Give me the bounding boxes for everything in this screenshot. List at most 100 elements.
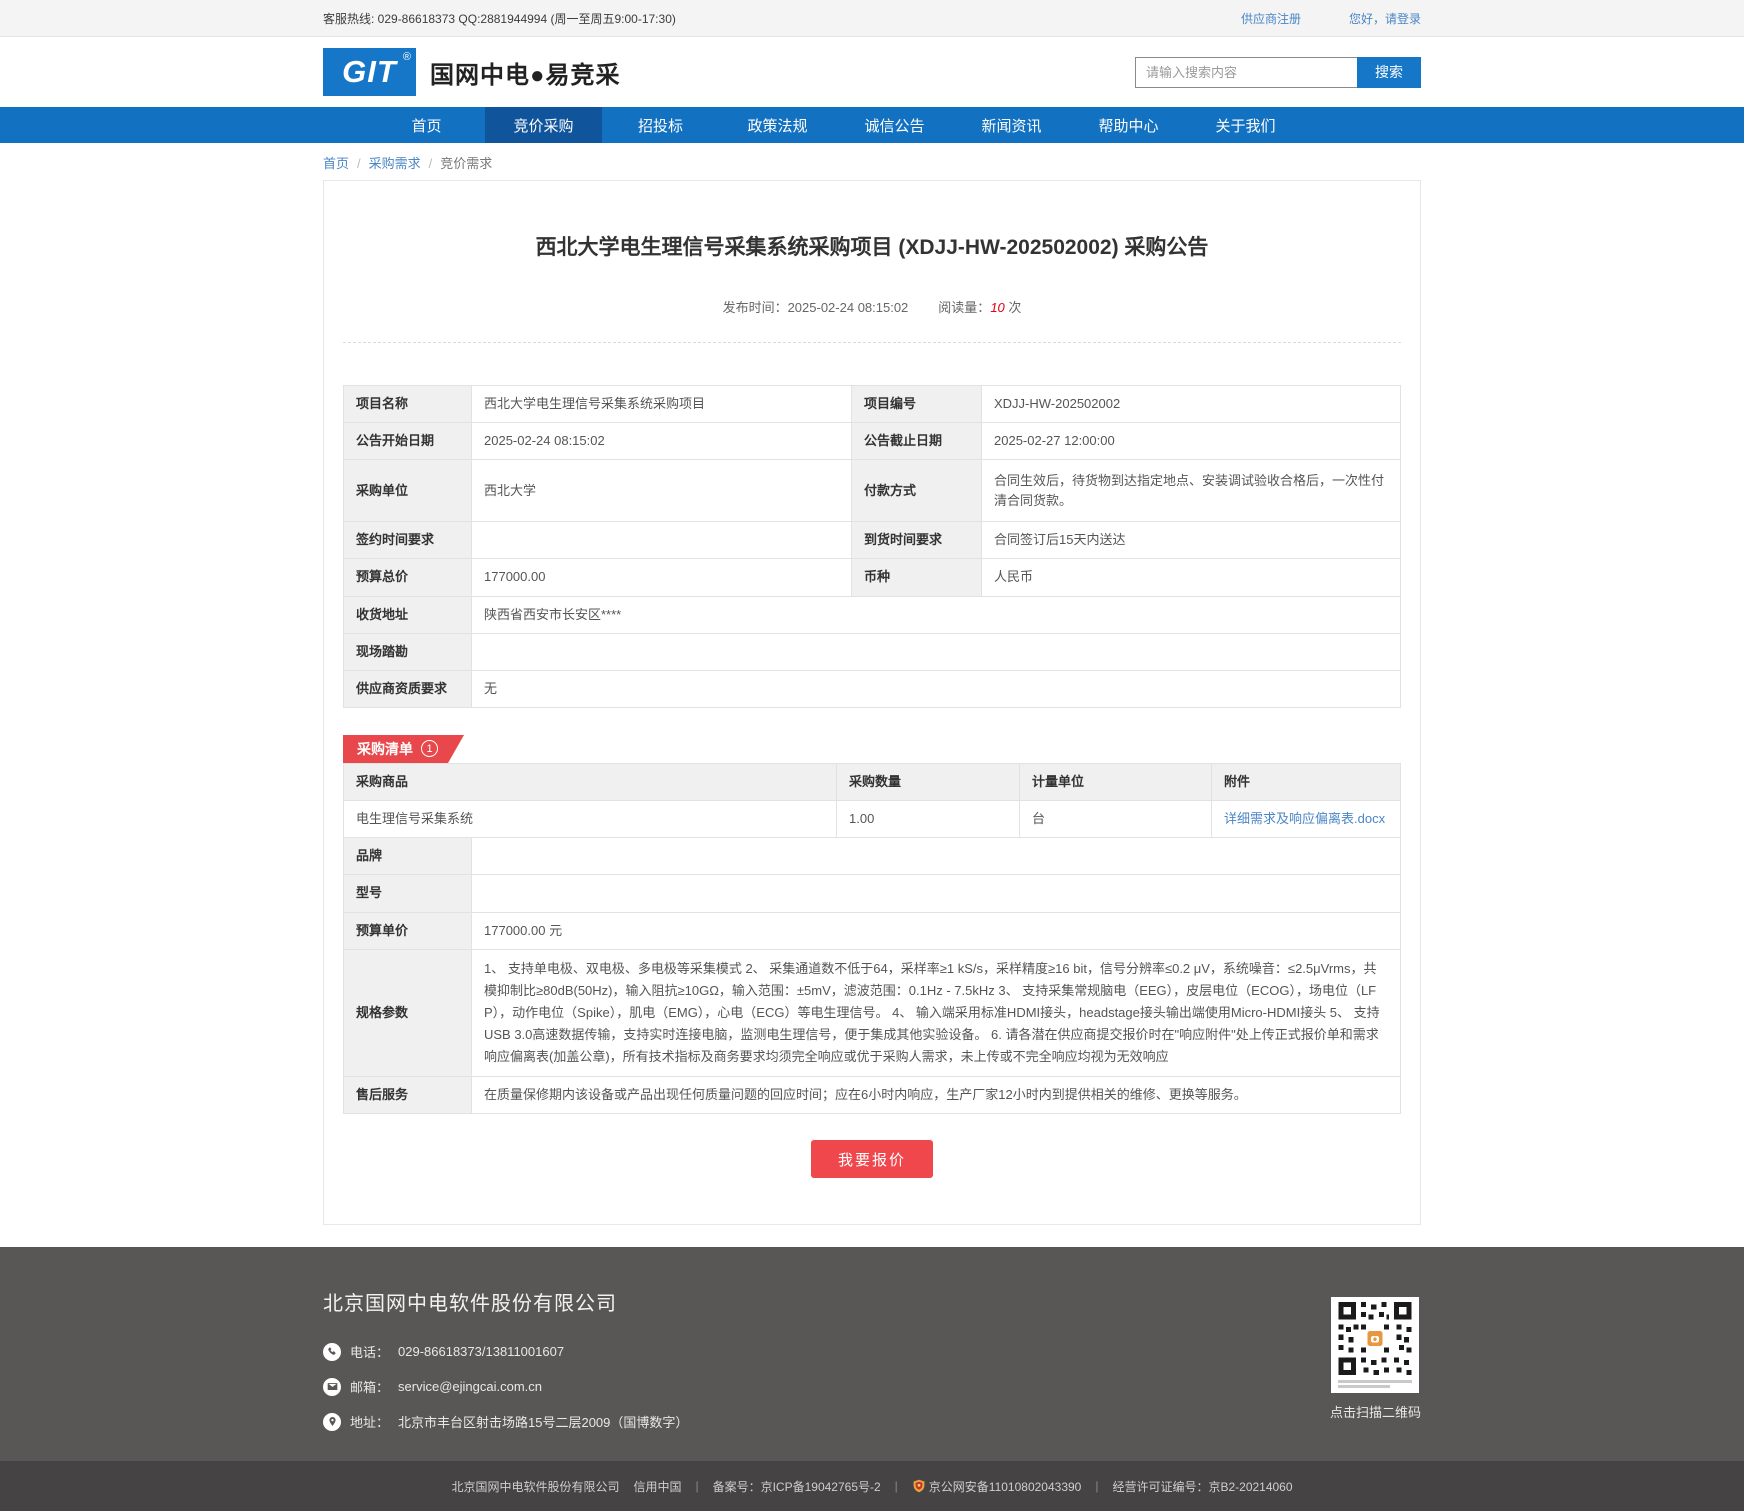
divider: | xyxy=(895,1479,898,1493)
field-label: 签约时间要求 xyxy=(344,522,472,559)
breadcrumb-separator: / xyxy=(357,156,361,171)
field-value: 西北大学 xyxy=(472,460,852,522)
qr-code[interactable] xyxy=(1331,1297,1419,1393)
nav-item-news[interactable]: 新闻资讯 xyxy=(953,107,1070,143)
column-header: 采购商品 xyxy=(344,763,837,800)
field-value: 2025-02-24 08:15:02 xyxy=(472,423,852,460)
police-record-link[interactable]: 京公网安备11010802043390 xyxy=(912,1478,1082,1495)
topbar: 客服热线: 029-86618373 QQ:2881944994 (周一至周五9… xyxy=(0,0,1744,37)
publish-info: 发布时间：2025-02-24 08:15:02阅读量：10 次 xyxy=(343,297,1401,343)
product-qty: 1.00 xyxy=(837,801,1020,838)
hotline-text: 客服热线: 029-86618373 QQ:2881944994 (周一至周五9… xyxy=(323,10,676,27)
qr-fineprint xyxy=(1338,1378,1412,1388)
nav-item-bidding-purchase[interactable]: 竞价采购 xyxy=(485,107,602,143)
field-label: 项目名称 xyxy=(344,386,472,423)
table-row: 签约时间要求 到货时间要求 合同签订后15天内送达 xyxy=(344,522,1401,559)
after-sales-value: 在质量保修期内该设备或产品出现任何质量问题的回应时间；应在6小时内响应，生产厂家… xyxy=(472,1077,1401,1114)
table-row: 型号 xyxy=(344,875,1401,912)
footer-address-label: 地址： xyxy=(350,1412,389,1431)
search-button[interactable]: 搜索 xyxy=(1357,57,1421,88)
field-value: 西北大学电生理信号采集系统采购项目 xyxy=(472,386,852,423)
field-label: 收货地址 xyxy=(344,596,472,633)
table-row: 现场踏勘 xyxy=(344,633,1401,670)
nav-item-policy[interactable]: 政策法规 xyxy=(719,107,836,143)
purchase-list-tag-label: 采购清单 xyxy=(357,739,413,759)
breadcrumb-current: 竞价需求 xyxy=(440,156,492,171)
icp-record-link[interactable]: 备案号：京ICP备19042765号-2 xyxy=(713,1478,881,1495)
footer-phone-label: 电话： xyxy=(350,1342,389,1361)
table-row: 预算总价 177000.00 币种 人民币 xyxy=(344,559,1401,596)
table-row: 项目名称 西北大学电生理信号采集系统采购项目 项目编号 XDJJ-HW-2025… xyxy=(344,386,1401,423)
footer-company-name: 北京国网中电软件股份有限公司 xyxy=(323,1287,688,1316)
field-value xyxy=(472,522,852,559)
announcement-panel: 西北大学电生理信号采集系统采购项目 (XDJJ-HW-202502002) 采购… xyxy=(323,180,1421,1225)
field-label: 公告开始日期 xyxy=(344,423,472,460)
views-label: 阅读量： xyxy=(938,300,990,315)
publish-time-label: 发布时间： xyxy=(723,300,788,315)
column-header: 采购数量 xyxy=(837,763,1020,800)
field-label: 售后服务 xyxy=(344,1077,472,1114)
field-value xyxy=(472,875,1401,912)
nav-item-integrity[interactable]: 诚信公告 xyxy=(836,107,953,143)
qr-caption: 点击扫描二维码 xyxy=(1330,1402,1421,1421)
field-label: 公告截止日期 xyxy=(852,423,982,460)
spec-params-value: 1、 支持单电极、双电极、多电极等采集模式 2、 采集通道数不低于64，采样率≥… xyxy=(472,949,1401,1076)
search-input[interactable] xyxy=(1135,57,1357,88)
field-label: 预算总价 xyxy=(344,559,472,596)
purchase-list-count-badge: 1 xyxy=(421,740,438,757)
location-icon xyxy=(323,1413,341,1431)
unit-price-value: 177000.00 元 xyxy=(472,912,1401,949)
column-header: 附件 xyxy=(1212,763,1401,800)
purchase-list-table: 采购商品 采购数量 计量单位 附件 电生理信号采集系统 1.00 台 详细需求及… xyxy=(343,763,1401,1114)
table-header-row: 采购商品 采购数量 计量单位 附件 xyxy=(344,763,1401,800)
nav-item-help[interactable]: 帮助中心 xyxy=(1070,107,1187,143)
table-row: 电生理信号采集系统 1.00 台 详细需求及响应偏离表.docx xyxy=(344,801,1401,838)
table-row: 采购单位 西北大学 付款方式 合同生效后，待货物到达指定地点、安装调试验收合格后… xyxy=(344,460,1401,522)
breadcrumb-purchase-demand[interactable]: 采购需求 xyxy=(369,156,421,171)
quote-button[interactable]: 我要报价 xyxy=(811,1140,933,1178)
bottom-bar: 北京国网中电软件股份有限公司 信用中国 | 备案号：京ICP备19042765号… xyxy=(0,1461,1744,1511)
registered-mark-icon: ® xyxy=(403,51,411,63)
breadcrumb: 首页 / 采购需求 / 竞价需求 xyxy=(323,143,1421,180)
page-title: 西北大学电生理信号采集系统采购项目 (XDJJ-HW-202502002) 采购… xyxy=(343,181,1401,261)
site-name: 国网中电●易竞采 xyxy=(430,55,621,90)
field-value: 合同生效后，待货物到达指定地点、安装调试验收合格后，一次性付清合同货款。 xyxy=(982,460,1401,522)
footer-email-label: 邮箱： xyxy=(350,1377,389,1396)
table-row: 品牌 xyxy=(344,838,1401,875)
purchase-list-tag: 采购清单 1 xyxy=(343,735,464,763)
nav-item-about[interactable]: 关于我们 xyxy=(1187,107,1304,143)
field-value xyxy=(472,838,1401,875)
table-row: 收货地址 陕西省西安市长安区**** xyxy=(344,596,1401,633)
attachment-link[interactable]: 详细需求及响应偏离表.docx xyxy=(1224,811,1385,826)
footer-phone-row: 电话：029-86618373/13811001607 xyxy=(323,1342,688,1361)
field-label: 项目编号 xyxy=(852,386,982,423)
business-license-text: 经营许可证编号：京B2-20214060 xyxy=(1112,1478,1292,1495)
police-record-text: 京公网安备11010802043390 xyxy=(929,1480,1082,1494)
divider: | xyxy=(1095,1479,1098,1493)
footer-address-value: 北京市丰台区射击场路15号二层2009（国博数字） xyxy=(398,1412,688,1431)
field-value: 合同签订后15天内送达 xyxy=(982,522,1401,559)
search-bar: 搜索 xyxy=(1135,57,1421,88)
field-label: 到货时间要求 xyxy=(852,522,982,559)
product-unit: 台 xyxy=(1020,801,1212,838)
login-link[interactable]: 您好，请登录 xyxy=(1349,10,1421,27)
breadcrumb-home[interactable]: 首页 xyxy=(323,156,349,171)
breadcrumb-separator: / xyxy=(429,156,433,171)
header: GIT ® 国网中电●易竞采 搜索 xyxy=(0,37,1744,107)
nav-item-tender[interactable]: 招投标 xyxy=(602,107,719,143)
field-label: 规格参数 xyxy=(344,949,472,1076)
column-header: 计量单位 xyxy=(1020,763,1212,800)
views-count: 10 xyxy=(990,300,1004,315)
footer-address-row: 地址： 北京市丰台区射击场路15号二层2009（国博数字） xyxy=(323,1412,688,1431)
field-value: 人民币 xyxy=(982,559,1401,596)
git-logo[interactable]: GIT ® xyxy=(323,48,416,96)
police-badge-icon xyxy=(912,1480,929,1494)
supplier-register-link[interactable]: 供应商注册 xyxy=(1241,10,1301,27)
field-value: XDJJ-HW-202502002 xyxy=(982,386,1401,423)
nav-item-home[interactable]: 首页 xyxy=(368,107,485,143)
table-row: 规格参数 1、 支持单电极、双电极、多电极等采集模式 2、 采集通道数不低于64… xyxy=(344,949,1401,1076)
field-label: 币种 xyxy=(852,559,982,596)
credit-china-link[interactable]: 信用中国 xyxy=(633,1478,681,1495)
field-label: 采购单位 xyxy=(344,460,472,522)
field-label: 型号 xyxy=(344,875,472,912)
